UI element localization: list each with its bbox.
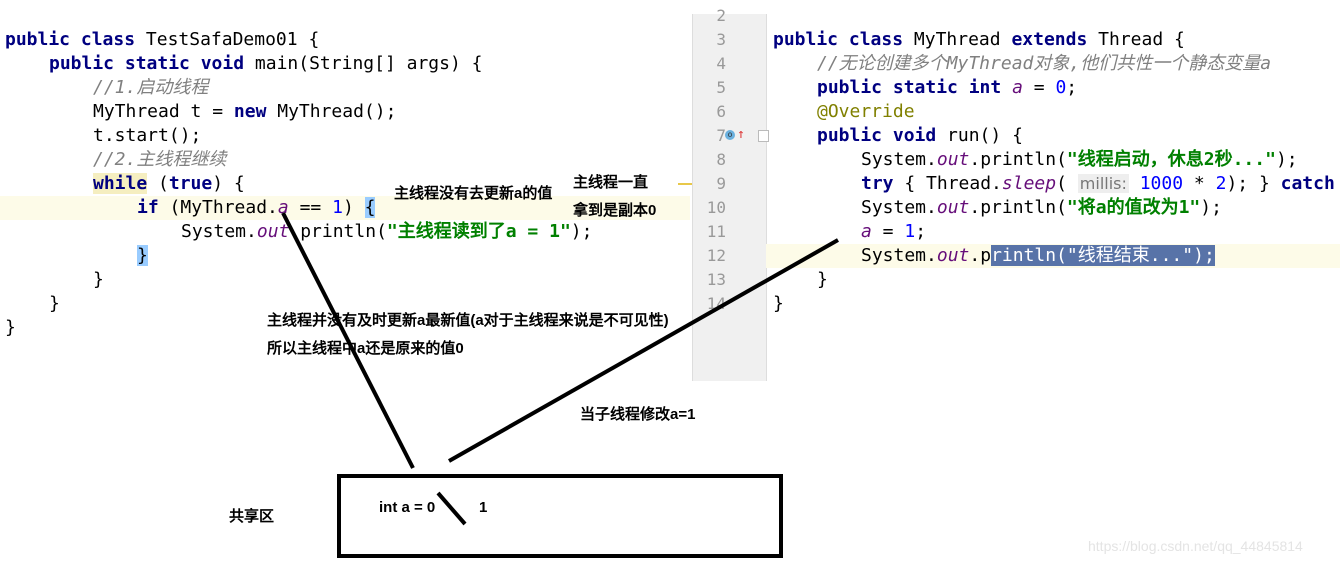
annotation-lines [281,212,839,526]
child-thread-write-line [448,238,839,463]
strike-through-mark [436,491,467,526]
main-thread-read-line [281,212,415,469]
watermark: https://blog.csdn.net/qq_44845814 [1088,538,1303,554]
